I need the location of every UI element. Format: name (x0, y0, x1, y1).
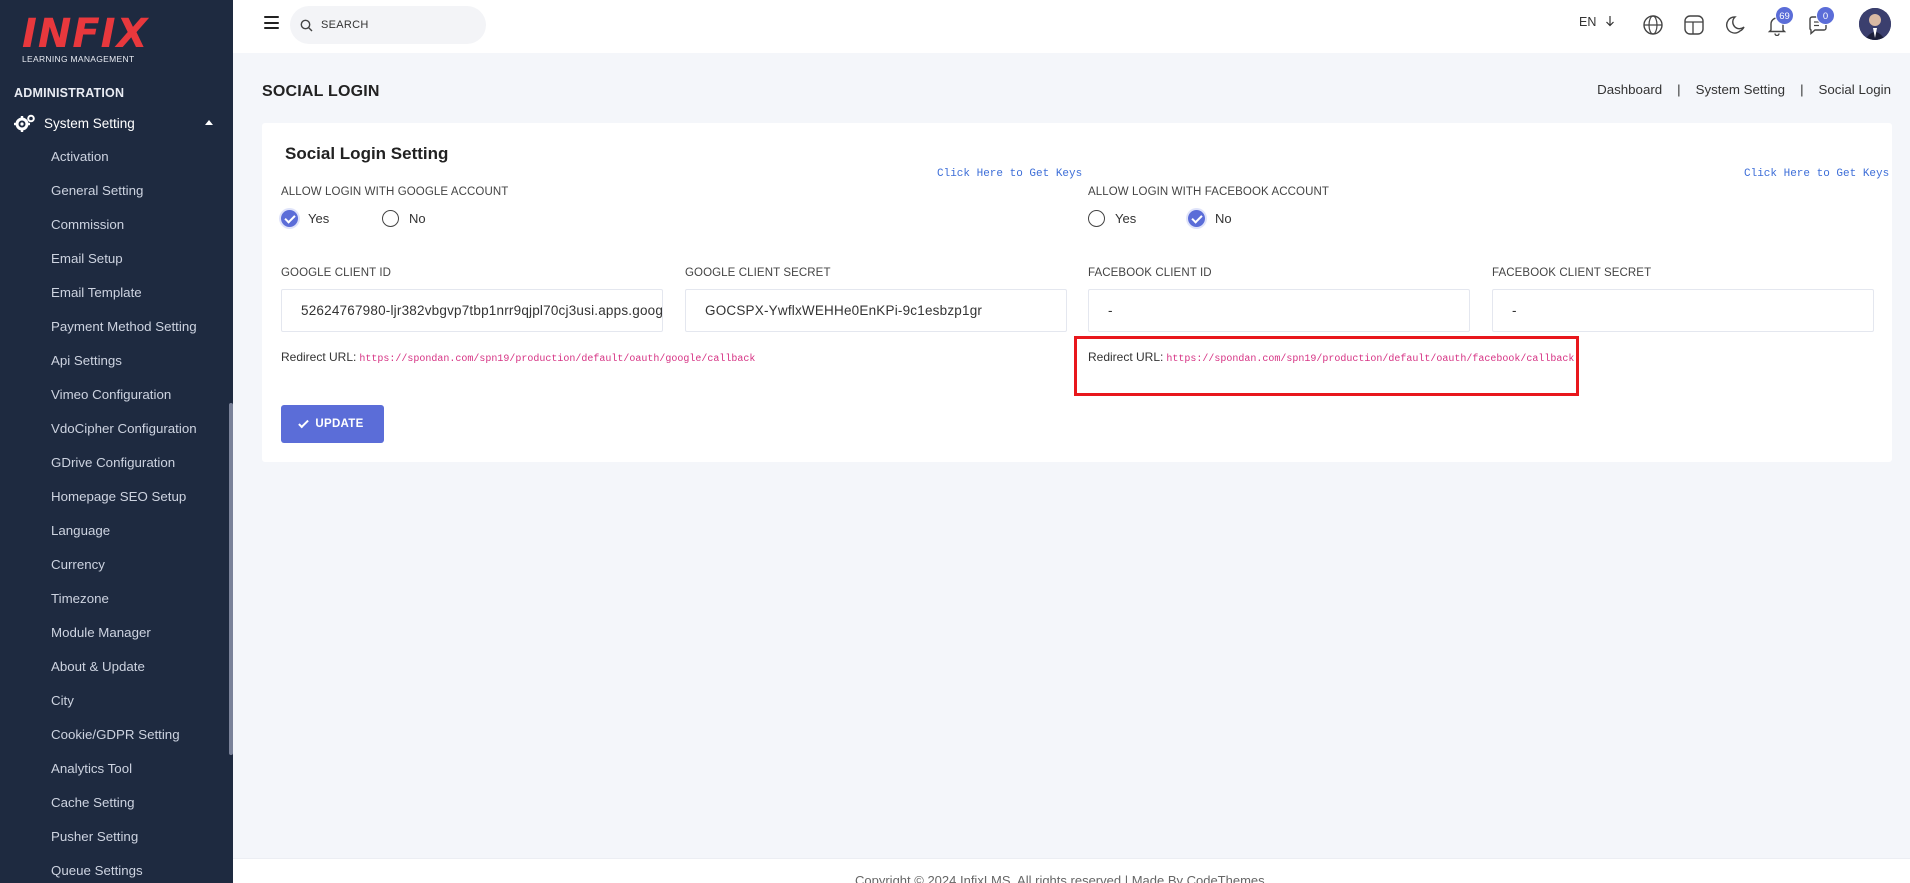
sidebar-item-label: System Setting (44, 115, 135, 131)
radio-unchecked-icon (1088, 210, 1105, 227)
search-box[interactable] (290, 6, 486, 44)
google-redirect: Redirect URL: https://spondan.com/spn19/p… (281, 350, 755, 365)
messages-button[interactable]: 0 (1807, 6, 1835, 36)
redirect-label: Redirect URL: (281, 350, 357, 364)
sidebar-item-gdrive-configuration[interactable]: GDrive Configuration (51, 453, 197, 487)
logo[interactable]: INFIX LEARNING MANAGEMENT (22, 11, 149, 64)
update-button[interactable]: UPDATE (281, 405, 384, 443)
google-allow-label: ALLOW LOGIN WITH GOOGLE ACCOUNT (281, 186, 509, 198)
breadcrumb: Dashboard | System Setting | Social Logi… (1597, 82, 1891, 97)
facebook-client-secret-label: FACEBOOK CLIENT SECRET (1492, 267, 1652, 279)
google-client-secret-field[interactable] (685, 289, 1067, 332)
avatar[interactable] (1859, 8, 1891, 40)
logo-text: INFIX (22, 11, 149, 57)
facebook-get-keys-link[interactable]: Click Here to Get Keys (1744, 168, 1889, 180)
check-icon (298, 417, 310, 428)
highlight-box (1074, 336, 1579, 396)
facebook-yes-radio[interactable]: Yes (1088, 210, 1136, 227)
sidebar-item-module-manager[interactable]: Module Manager (51, 623, 197, 657)
sidebar-item-system-setting[interactable]: System Setting (14, 112, 219, 134)
google-get-keys-link[interactable]: Click Here to Get Keys (937, 168, 1082, 180)
language-selector[interactable]: EN (1579, 15, 1615, 29)
sidebar-item-api-settings[interactable]: Api Settings (51, 351, 197, 385)
moon-icon[interactable] (1725, 14, 1747, 36)
sidebar-item-vimeo-configuration[interactable]: Vimeo Configuration (51, 385, 197, 419)
notifications-button[interactable]: 69 (1766, 6, 1794, 37)
sidebar-item-city[interactable]: City (51, 691, 197, 725)
breadcrumb-separator: | (1677, 82, 1681, 97)
breadcrumb-system-setting[interactable]: System Setting (1696, 82, 1785, 97)
caret-up-icon (205, 120, 213, 125)
hamburger-menu-icon[interactable] (264, 16, 279, 29)
sidebar-item-commission[interactable]: Commission (51, 215, 197, 249)
sidebar-item-language[interactable]: Language (51, 521, 197, 555)
sidebar-item-homepage-seo-setup[interactable]: Homepage SEO Setup (51, 487, 197, 521)
layout-icon[interactable] (1683, 14, 1705, 36)
facebook-allow-label: ALLOW LOGIN WITH FACEBOOK ACCOUNT (1088, 186, 1329, 198)
language-code: EN (1579, 15, 1597, 29)
google-redirect-url[interactable]: https://spondan.com/spn19/production/def… (359, 354, 755, 365)
facebook-client-id-label: FACEBOOK CLIENT ID (1088, 267, 1212, 279)
search-icon (300, 19, 313, 31)
breadcrumb-dashboard[interactable]: Dashboard (1597, 82, 1662, 97)
sidebar-item-cache-setting[interactable]: Cache Setting (51, 793, 197, 827)
messages-badge: 0 (1816, 6, 1835, 25)
radio-label: Yes (308, 211, 330, 226)
facebook-no-radio[interactable]: No (1188, 210, 1232, 227)
google-client-id-label: GOOGLE CLIENT ID (281, 267, 392, 279)
globe-icon[interactable] (1642, 14, 1664, 36)
radio-checked-icon (281, 210, 298, 227)
sidebar-item-about-update[interactable]: About & Update (51, 657, 197, 691)
search-input[interactable] (321, 19, 471, 31)
arrow-down-icon (1605, 16, 1614, 27)
footer: Copyright © 2024 InfixLMS. All rights re… (233, 858, 1910, 883)
google-yes-radio[interactable]: Yes (281, 210, 329, 227)
radio-checked-icon (1188, 210, 1205, 227)
sidebar-item-general-setting[interactable]: General Setting (51, 181, 197, 215)
sidebar: INFIX LEARNING MANAGEMENT ADMINISTRATION… (0, 0, 233, 883)
card-title: Social Login Setting (285, 144, 449, 163)
sidebar-item-payment-method-setting[interactable]: Payment Method Setting (51, 317, 197, 351)
logo-subtitle: LEARNING MANAGEMENT (22, 54, 135, 64)
sidebar-item-email-template[interactable]: Email Template (51, 283, 197, 317)
page-title: SOCIAL LOGIN (262, 83, 380, 100)
facebook-client-secret-field[interactable] (1492, 289, 1874, 332)
sidebar-section-label: ADMINISTRATION (14, 86, 125, 100)
sidebar-item-currency[interactable]: Currency (51, 555, 197, 589)
facebook-client-id-field[interactable] (1088, 289, 1470, 332)
sidebar-item-vdocipher-configuration[interactable]: VdoCipher Configuration (51, 419, 197, 453)
radio-label: No (1215, 211, 1232, 226)
sidebar-item-activation[interactable]: Activation (51, 147, 197, 181)
social-login-card: Social Login Setting Click Here to Get K… (262, 123, 1892, 462)
sidebar-item-email-setup[interactable]: Email Setup (51, 249, 197, 283)
gears-icon (14, 114, 35, 132)
breadcrumb-social-login: Social Login (1818, 82, 1891, 97)
google-client-secret-label: GOOGLE CLIENT SECRET (685, 267, 831, 279)
update-button-label: UPDATE (315, 418, 364, 430)
radio-label: Yes (1115, 211, 1137, 226)
sidebar-scrollbar[interactable] (229, 403, 233, 755)
sidebar-item-timezone[interactable]: Timezone (51, 589, 197, 623)
breadcrumb-separator: | (1800, 82, 1804, 97)
notifications-badge: 69 (1775, 6, 1794, 25)
google-no-radio[interactable]: No (382, 210, 426, 227)
user-avatar-icon (1859, 8, 1891, 40)
sidebar-item-cookie-gdpr-setting[interactable]: Cookie/GDPR Setting (51, 725, 197, 759)
sidebar-item-analytics-tool[interactable]: Analytics Tool (51, 759, 197, 793)
radio-unchecked-icon (382, 210, 399, 227)
sidebar-submenu: Activation General Setting Commission Email… (51, 147, 197, 883)
google-client-id-field[interactable] (281, 289, 663, 332)
sidebar-item-queue-settings[interactable]: Queue Settings (51, 861, 197, 883)
footer-copyright: Copyright © 2024 InfixLMS. All rights re… (855, 873, 1265, 883)
radio-label: No (409, 211, 426, 226)
sidebar-item-pusher-setting[interactable]: Pusher Setting (51, 827, 197, 861)
topbar: EN 69 0 (233, 0, 1910, 53)
